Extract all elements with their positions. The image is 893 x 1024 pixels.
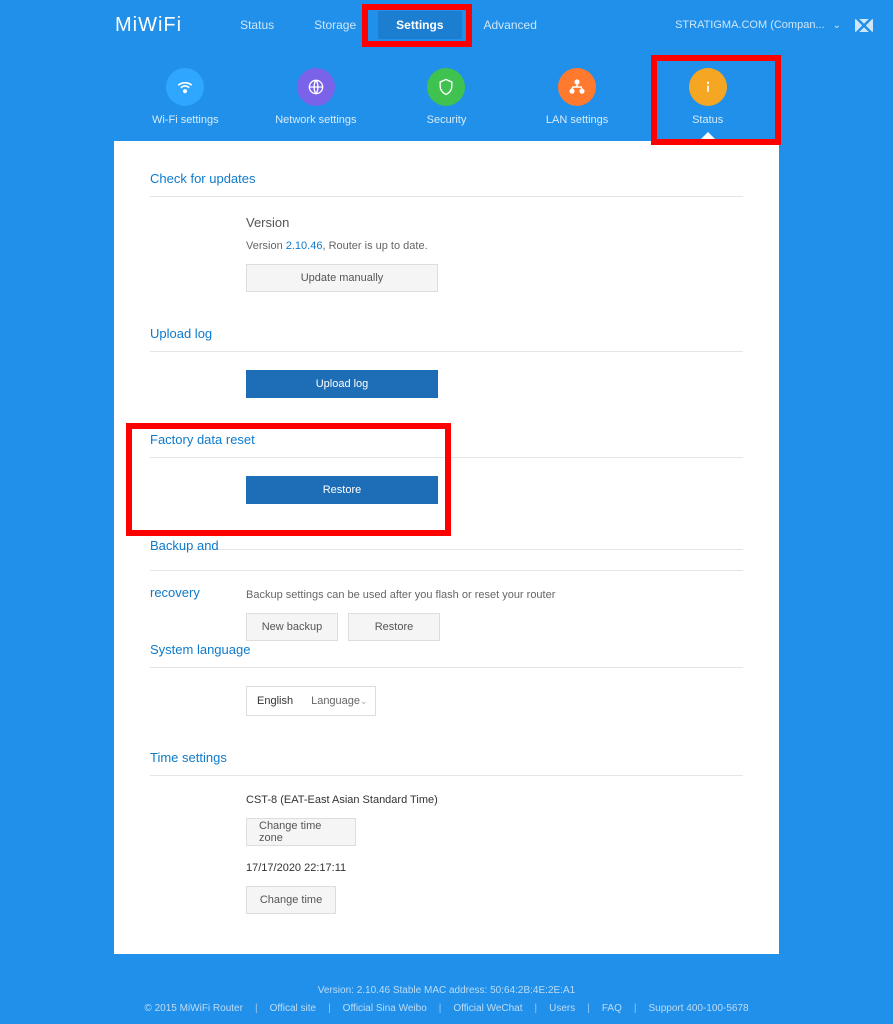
primary-nav: Status Storage Settings Advanced xyxy=(222,11,555,39)
nav-settings[interactable]: Settings xyxy=(378,11,461,39)
nav-status[interactable]: Status xyxy=(222,11,292,39)
section-title: Backup and xyxy=(150,538,743,553)
info-icon xyxy=(689,68,727,106)
upload-log-button[interactable]: Upload log xyxy=(246,370,438,398)
current-time-value: 17/17/2020 22:17:11 xyxy=(246,862,743,874)
subtab-label: LAN settings xyxy=(546,114,608,126)
subtab-label: Status xyxy=(692,114,723,126)
section-title-line2: recovery xyxy=(150,571,246,610)
section-title: Upload log xyxy=(150,326,743,352)
language-current-value: English xyxy=(247,695,303,707)
section-time-settings: Time settings CST-8 (EAT-East Asian Stan… xyxy=(150,750,743,914)
page-footer: Version: 2.10.46 Stable MAC address: 50:… xyxy=(0,982,893,1018)
section-backup-recovery: Backup and recovery Backup settings can … xyxy=(150,538,743,550)
version-line: Version 2.10.46, Router is up to date. xyxy=(246,240,743,252)
footer-link[interactable]: Official WeChat xyxy=(453,1000,522,1018)
footer-version-line: Version: 2.10.46 Stable MAC address: 50:… xyxy=(0,982,893,1000)
section-title: System language xyxy=(150,642,743,668)
factory-restore-button[interactable]: Restore xyxy=(246,476,438,504)
change-timezone-button[interactable]: Change time zone xyxy=(246,818,356,846)
footer-link[interactable]: FAQ xyxy=(602,1000,622,1018)
version-heading: Version xyxy=(246,215,743,230)
language-select[interactable]: English Language ⌄ xyxy=(246,686,376,716)
subtab-status[interactable]: Status xyxy=(643,68,773,126)
footer-link[interactable]: Official Sina Weibo xyxy=(343,1000,427,1018)
footer-link[interactable]: Support 400-100-5678 xyxy=(648,1000,748,1018)
change-time-button[interactable]: Change time xyxy=(246,886,336,914)
section-title: Time settings xyxy=(150,750,743,776)
language-label: Language xyxy=(311,695,360,707)
settings-subnav: Wi-Fi settings Network settings Security… xyxy=(0,50,893,126)
wifi-icon xyxy=(166,68,204,106)
subtab-lan-settings[interactable]: LAN settings xyxy=(512,68,642,126)
section-factory-reset: Factory data reset Restore xyxy=(150,432,743,504)
section-check-for-updates: Check for updates Version Version 2.10.4… xyxy=(150,171,743,292)
subtab-label: Network settings xyxy=(275,114,356,126)
section-title: Check for updates xyxy=(150,171,743,197)
account-dropdown[interactable]: STRATIGMA.COM (Compan... ⌄ xyxy=(675,19,873,32)
new-backup-button[interactable]: New backup xyxy=(246,613,338,641)
chevron-down-icon: ⌄ xyxy=(360,696,368,707)
nav-storage[interactable]: Storage xyxy=(296,11,374,39)
shield-icon xyxy=(427,68,465,106)
section-upload-log: Upload log Upload log xyxy=(150,326,743,398)
section-system-language: System language English Language ⌄ xyxy=(150,642,743,716)
network-icon xyxy=(558,68,596,106)
subtab-network-settings[interactable]: Network settings xyxy=(251,68,381,126)
backup-restore-button[interactable]: Restore xyxy=(348,613,440,641)
globe-icon xyxy=(297,68,335,106)
version-number: 2.10.46 xyxy=(286,240,323,252)
subtab-label: Wi-Fi settings xyxy=(152,114,219,126)
footer-link[interactable]: Users xyxy=(549,1000,575,1018)
subtab-label: Security xyxy=(427,114,467,126)
nav-advanced[interactable]: Advanced xyxy=(466,11,555,39)
version-suffix: , Router is up to date. xyxy=(322,240,427,252)
backup-description: Backup settings can be used after you fl… xyxy=(246,589,743,601)
chevron-down-icon: ⌄ xyxy=(833,20,841,31)
update-manually-button[interactable]: Update manually xyxy=(246,264,438,292)
subtab-wifi-settings[interactable]: Wi-Fi settings xyxy=(120,68,250,126)
settings-status-panel: Check for updates Version Version 2.10.4… xyxy=(114,141,779,954)
section-title: Factory data reset xyxy=(150,432,743,458)
account-label: STRATIGMA.COM (Compan... xyxy=(675,19,825,31)
footer-copyright: © 2015 MiWiFi Router xyxy=(144,1000,243,1018)
brand-logo: MiWiFi xyxy=(115,14,182,37)
subtab-security[interactable]: Security xyxy=(381,68,511,126)
version-prefix: Version xyxy=(246,240,286,252)
active-tab-indicator xyxy=(699,132,717,141)
mail-icon[interactable] xyxy=(855,19,873,32)
timezone-value: CST-8 (EAT-East Asian Standard Time) xyxy=(246,794,743,806)
footer-link[interactable]: Offical site xyxy=(270,1000,317,1018)
